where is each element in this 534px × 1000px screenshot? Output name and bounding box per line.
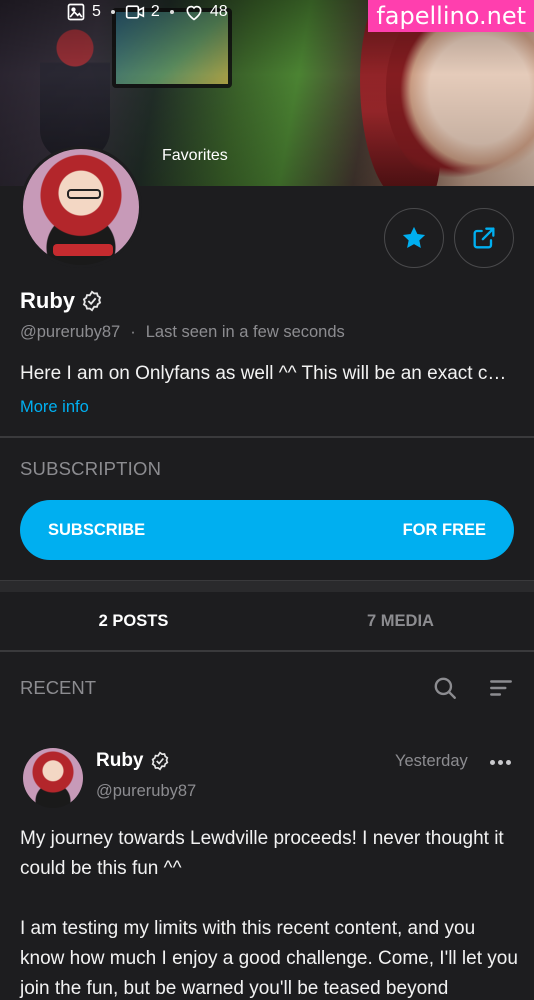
profile-bio: Here I am on Onlyfans as well ^^ This wi… — [20, 363, 514, 384]
videos-stat: 2 — [125, 2, 160, 22]
post-body: My journey towards Lewdville proceeds! I… — [20, 824, 520, 1000]
post-author-avatar[interactable] — [23, 748, 83, 808]
section-separator — [0, 580, 534, 592]
likes-count: 48 — [209, 3, 228, 20]
share-button[interactable] — [454, 208, 514, 268]
video-icon — [125, 5, 145, 19]
likes-stat: 48 — [184, 2, 228, 22]
verified-badge-icon — [151, 751, 168, 771]
divider — [0, 436, 534, 438]
share-icon — [473, 227, 495, 249]
content-tabs: 2 POSTS 7 MEDIA — [0, 592, 534, 652]
profile-avatar[interactable] — [20, 146, 142, 268]
post-paragraph: I am testing my limits with this recent … — [20, 918, 518, 999]
post-timestamp: Yesterday — [395, 752, 468, 770]
more-info-link[interactable]: More info — [20, 398, 89, 417]
more-dots-icon[interactable] — [490, 756, 514, 768]
image-icon — [67, 3, 85, 21]
subscription-title: SUBSCRIPTION — [20, 458, 162, 479]
favorites-label: Favorites — [162, 147, 228, 164]
search-icon[interactable] — [432, 675, 458, 701]
photos-count: 5 — [92, 3, 101, 20]
favorite-button[interactable] — [384, 208, 444, 268]
heart-icon — [186, 5, 202, 21]
subscribe-price: FOR FREE — [402, 520, 486, 539]
post-paragraph: My journey towards Lewdville proceeds! I… — [20, 828, 504, 879]
videos-count: 2 — [150, 3, 160, 20]
post-author-name[interactable]: Ruby — [96, 750, 144, 772]
profile-meta: @pureruby87 · Last seen in a few seconds — [20, 323, 345, 341]
last-seen: Last seen in a few seconds — [145, 323, 345, 341]
post-author-handle: @pureruby87 — [96, 782, 197, 800]
post-author-row: Ruby — [96, 750, 170, 772]
star-icon — [402, 226, 426, 249]
profile-handle: @pureruby87 — [20, 323, 121, 341]
tab-media[interactable]: 7 MEDIA — [267, 592, 534, 650]
watermark: fapellino.net — [368, 0, 534, 32]
subscribe-button[interactable]: SUBSCRIBE FOR FREE — [20, 500, 514, 560]
tab-posts[interactable]: 2 POSTS — [0, 592, 267, 650]
recent-header: RECENT — [20, 672, 514, 704]
recent-label: RECENT — [20, 677, 97, 698]
profile-name: Ruby — [20, 288, 75, 313]
sort-icon[interactable] — [488, 675, 514, 701]
profile-name-row: Ruby — [20, 288, 103, 314]
photos-stat: 5 — [66, 2, 101, 22]
subscribe-label: SUBSCRIBE — [48, 520, 146, 539]
profile-stats: 5 2 48 — [66, 0, 228, 24]
verified-badge-icon — [82, 290, 102, 312]
